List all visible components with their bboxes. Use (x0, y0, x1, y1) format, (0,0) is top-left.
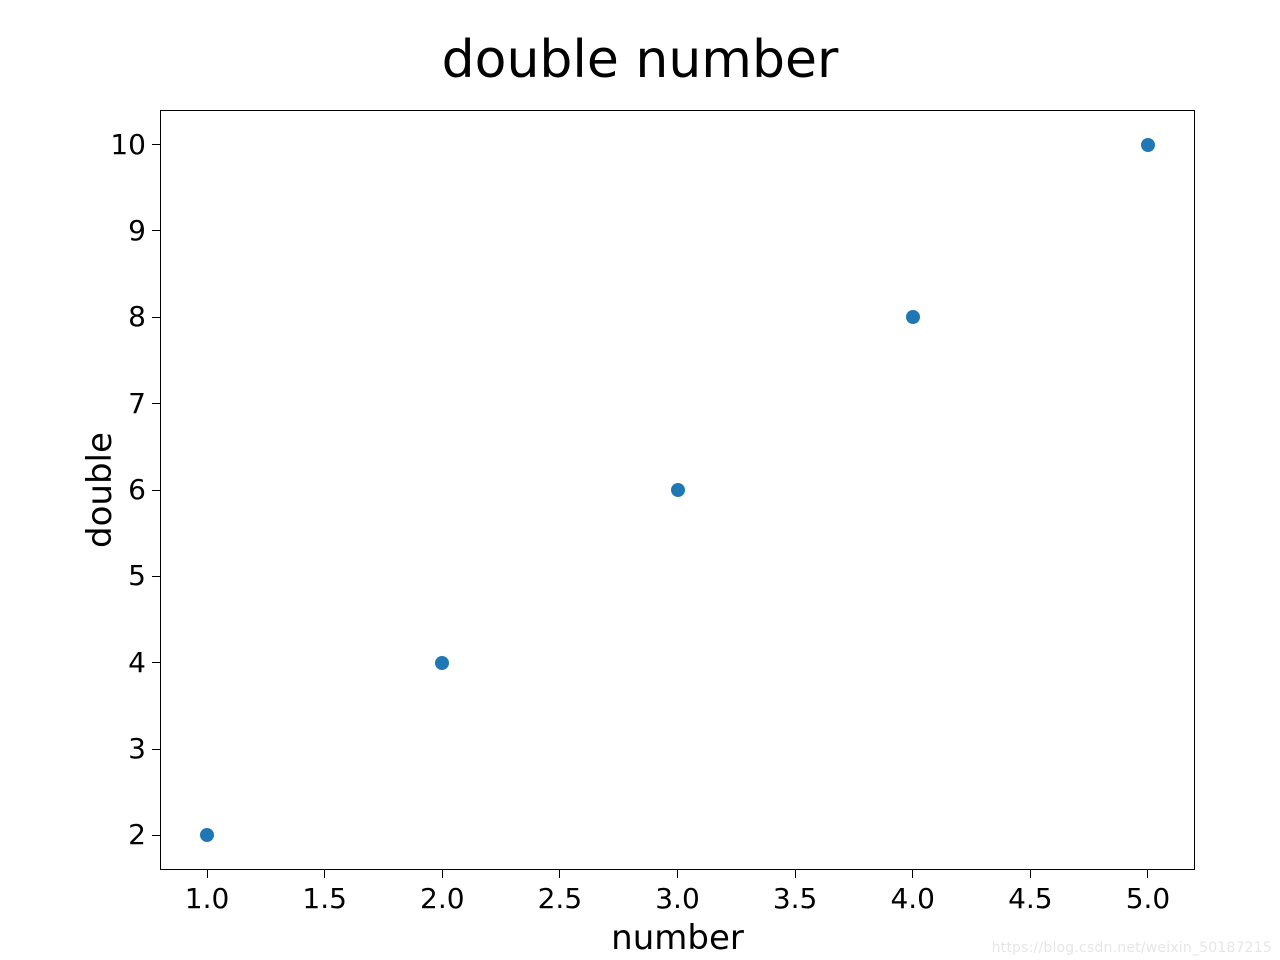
data-point (200, 828, 214, 842)
watermark-text: https://blog.csdn.net/weixin_50187215 (992, 940, 1272, 956)
y-tick-label: 3 (128, 732, 146, 765)
y-tick-label: 4 (128, 646, 146, 679)
y-tick-mark (152, 749, 160, 750)
x-tick-label: 1.5 (300, 882, 350, 915)
x-tick-mark (1147, 870, 1148, 878)
x-tick-mark (442, 870, 443, 878)
y-tick-label: 7 (128, 387, 146, 420)
data-point (435, 656, 449, 670)
y-tick-label: 10 (110, 128, 146, 161)
x-tick-label: 5.0 (1123, 882, 1173, 915)
y-tick-mark (152, 317, 160, 318)
x-tick-mark (795, 870, 796, 878)
x-tick-mark (1030, 870, 1031, 878)
y-tick-mark (152, 576, 160, 577)
x-tick-label: 4.0 (888, 882, 938, 915)
figure: double number double number https://blog… (0, 0, 1280, 960)
x-tick-label: 1.0 (182, 882, 232, 915)
y-tick-mark (152, 490, 160, 491)
y-tick-mark (152, 230, 160, 231)
x-tick-mark (559, 870, 560, 878)
x-tick-label: 3.5 (770, 882, 820, 915)
y-tick-label: 9 (128, 214, 146, 247)
y-tick-label: 2 (128, 818, 146, 851)
x-tick-label: 2.5 (535, 882, 585, 915)
x-tick-label: 2.0 (417, 882, 467, 915)
x-tick-mark (912, 870, 913, 878)
y-tick-label: 6 (128, 473, 146, 506)
x-tick-label: 3.0 (653, 882, 703, 915)
y-tick-label: 5 (128, 559, 146, 592)
y-tick-mark (152, 403, 160, 404)
x-tick-label: 4.5 (1005, 882, 1055, 915)
x-tick-mark (324, 870, 325, 878)
y-tick-mark (152, 144, 160, 145)
data-point (671, 483, 685, 497)
x-tick-mark (207, 870, 208, 878)
x-tick-mark (677, 870, 678, 878)
data-point (906, 310, 920, 324)
chart-title: double number (0, 30, 1280, 90)
y-axis-label: double (80, 430, 120, 550)
y-tick-mark (152, 835, 160, 836)
y-tick-mark (152, 662, 160, 663)
data-point (1141, 138, 1155, 152)
y-tick-label: 8 (128, 300, 146, 333)
